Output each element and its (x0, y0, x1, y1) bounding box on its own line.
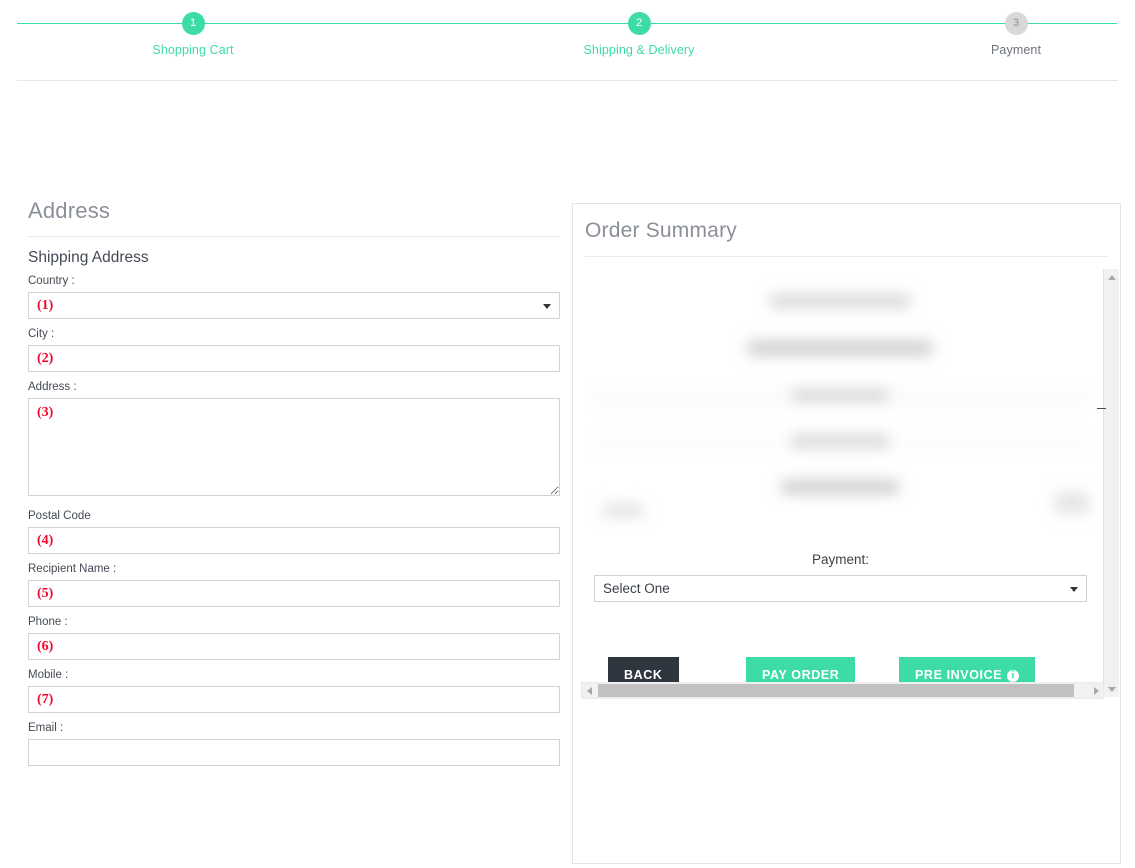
redacted-line (585, 434, 1095, 448)
redacted-line (585, 340, 1095, 356)
step-1-label: Shopping Cart (113, 43, 273, 57)
email-input[interactable] (28, 739, 560, 766)
field-postal-code: Postal Code (28, 510, 560, 554)
field-city: City : (28, 328, 560, 372)
summary-horizontal-scrollbar[interactable] (581, 682, 1104, 699)
step-shopping-cart[interactable]: 1 Shopping Cart (113, 12, 273, 57)
redacted-badge (603, 504, 643, 517)
order-items-viewport (585, 264, 1095, 700)
step-2-label: Shipping & Delivery (559, 43, 719, 57)
postal-code-label: Postal Code (28, 510, 560, 522)
payment-label: Payment: (594, 552, 1087, 567)
address-textarea[interactable] (28, 398, 560, 496)
email-label: Email : (28, 722, 560, 734)
mobile-input[interactable] (28, 686, 560, 713)
header-divider (17, 80, 1118, 81)
postal-code-input[interactable] (28, 527, 560, 554)
phone-input[interactable] (28, 633, 560, 660)
field-recipient-name: Recipient Name : (28, 563, 560, 607)
summary-vscroll-thumb[interactable] (1105, 285, 1118, 680)
scroll-up-arrow-icon[interactable] (1104, 269, 1119, 284)
field-phone: Phone : (28, 616, 560, 660)
redacted-badge (1055, 492, 1089, 514)
order-summary-panel: Order Summary (572, 203, 1121, 864)
summary-divider (585, 256, 1108, 257)
info-icon: i (1007, 670, 1019, 682)
phone-label: Phone : (28, 616, 560, 628)
scroll-position-marker (1097, 408, 1106, 409)
payment-method-block: Payment: (594, 552, 1087, 602)
step-payment[interactable]: 3 Payment (936, 12, 1096, 57)
summary-hscroll-thumb[interactable] (598, 684, 1074, 697)
recipient-name-label: Recipient Name : (28, 563, 560, 575)
shipping-address-heading: Shipping Address (28, 249, 560, 267)
redacted-line (585, 480, 1095, 494)
payment-select-wrapper (594, 575, 1087, 602)
field-mobile: Mobile : (28, 669, 560, 713)
checkout-stepper: 1 Shopping Cart 2 Shipping & Delivery 3 … (0, 0, 1135, 80)
scroll-down-arrow-icon[interactable] (1104, 682, 1119, 697)
step-1-number: 1 (182, 12, 205, 35)
field-email: Email : (28, 722, 560, 766)
pre-invoice-label: PRE INVOICE (915, 668, 1002, 682)
step-3-label: Payment (936, 43, 1096, 57)
country-select-wrapper (28, 292, 560, 319)
summary-vertical-scrollbar[interactable] (1103, 269, 1119, 697)
step-shipping-delivery[interactable]: 2 Shipping & Delivery (559, 12, 719, 57)
order-summary-title: Order Summary (573, 204, 1120, 256)
step-3-number: 3 (1005, 12, 1028, 35)
field-country: Country : (28, 275, 560, 319)
country-select[interactable] (28, 292, 560, 319)
redacted-line (585, 294, 1095, 308)
address-label: Address : (28, 381, 560, 393)
step-2-number: 2 (628, 12, 651, 35)
city-label: City : (28, 328, 560, 340)
country-label: Country : (28, 275, 560, 287)
title-divider (28, 236, 560, 237)
payment-method-select[interactable] (594, 575, 1087, 602)
page-title: Address (28, 198, 560, 224)
scroll-right-arrow-icon[interactable] (1088, 683, 1103, 698)
address-form-column: Address Shipping Address Country : City … (28, 198, 560, 775)
order-items-scroll-area[interactable] (585, 264, 1110, 714)
redacted-line (585, 388, 1095, 402)
recipient-name-input[interactable] (28, 580, 560, 607)
mobile-label: Mobile : (28, 669, 560, 681)
field-address: Address : (28, 381, 560, 501)
scroll-left-arrow-icon[interactable] (582, 683, 597, 698)
city-input[interactable] (28, 345, 560, 372)
